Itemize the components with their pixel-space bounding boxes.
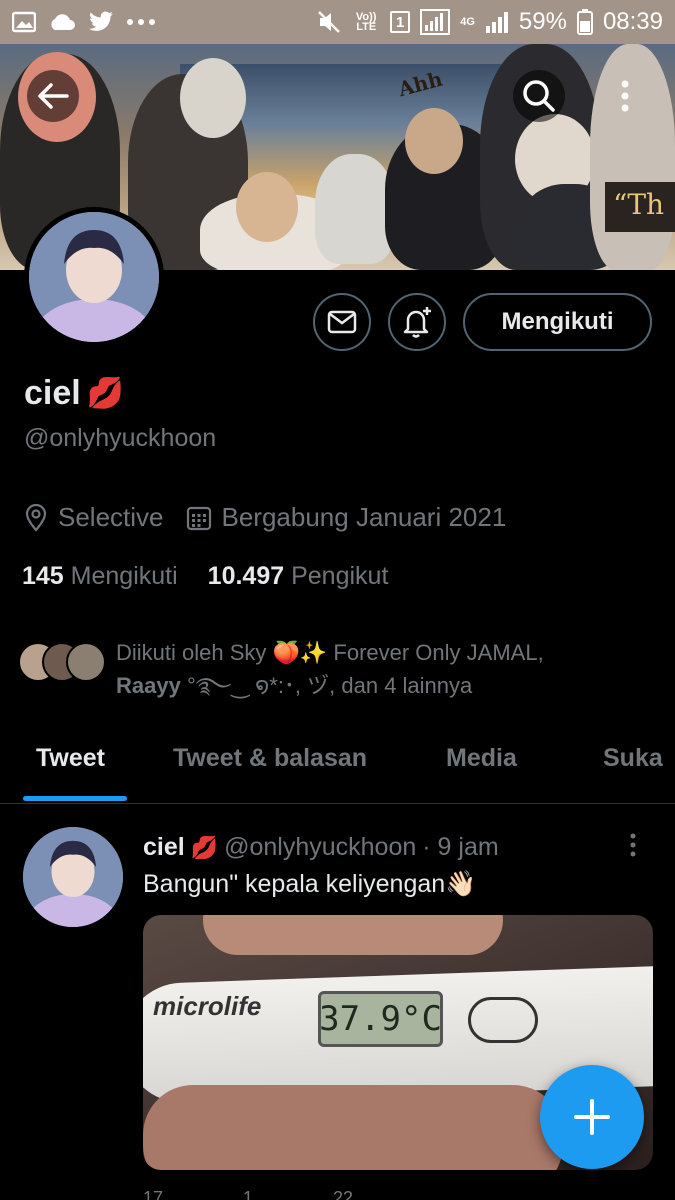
- followers-label: Pengikut: [291, 562, 389, 590]
- profile-meta: Selective Bergabung Januari 2021: [24, 502, 528, 533]
- join-date-text: Bergabung Januari 2021: [221, 502, 507, 532]
- status-bar: Vo)) LTE 1 4G 59% 08:39: [0, 0, 675, 44]
- followers-stat[interactable]: 10.497 Pengikut: [208, 562, 389, 591]
- image-icon: [12, 11, 36, 33]
- sim-indicator: 1: [390, 11, 411, 33]
- envelope-icon: [327, 310, 357, 334]
- tweet-author-handle[interactable]: @onlyhyuckhoon: [224, 833, 416, 862]
- finger-bottom: [143, 1085, 563, 1170]
- tab-tweet-replies[interactable]: Tweet & balasan: [173, 744, 367, 773]
- reply-count[interactable]: 17: [143, 1188, 163, 1200]
- finger-top: [203, 915, 503, 955]
- plus-icon: [574, 1099, 610, 1135]
- mutual-avatar: [66, 642, 106, 682]
- location-pin-icon: [25, 503, 47, 532]
- search-button[interactable]: [513, 70, 565, 122]
- retweet-count[interactable]: 1: [243, 1188, 253, 1200]
- banner-person: [236, 172, 298, 242]
- message-button[interactable]: [313, 293, 371, 351]
- active-tab-indicator: [23, 796, 127, 801]
- following-button[interactable]: Mengikuti: [463, 293, 652, 351]
- banner-person: [180, 58, 246, 138]
- avatar-photo: [29, 212, 159, 342]
- more-vertical-icon: [630, 833, 636, 857]
- volte-label: Vo)) LTE: [355, 11, 377, 33]
- banner-person: [315, 154, 395, 264]
- calendar-icon: [186, 506, 211, 530]
- tab-media[interactable]: Media: [446, 744, 517, 773]
- profile-tabs: Tweet Tweet & balasan Media Suka: [0, 730, 675, 804]
- more-dots-icon: [126, 18, 156, 26]
- signal-bars-icon: [485, 10, 509, 34]
- tweet-time: · 9 jam: [422, 833, 499, 861]
- arrow-left-icon: [38, 83, 69, 109]
- followed-by-bold: Raayy: [116, 673, 181, 698]
- tweet-more-button[interactable]: [628, 833, 638, 862]
- followed-by-rest: °࿐‿ ໑*:･, ヅ, dan 4 lainnya: [180, 673, 473, 698]
- tab-tweet[interactable]: Tweet: [36, 744, 105, 773]
- profile-name: ciel 💋: [24, 374, 124, 413]
- media-brand: microlife: [153, 991, 262, 1021]
- follow-stats: 145 Mengikuti 10.497 Pengikut: [22, 562, 388, 591]
- mute-icon: [316, 9, 342, 35]
- compose-tweet-button[interactable]: [540, 1065, 644, 1169]
- signal-icon: [420, 9, 451, 35]
- bell-plus-icon: [403, 307, 431, 338]
- followers-count: 10.497: [207, 562, 285, 590]
- more-vertical-icon: [621, 80, 629, 112]
- lips-emoji: 💋: [86, 377, 125, 410]
- battery-icon: [576, 9, 593, 35]
- tweet-avatar[interactable]: [23, 827, 123, 927]
- battery-percent: 59%: [518, 8, 567, 35]
- banner-person: [405, 108, 463, 174]
- avatar-photo: [23, 827, 123, 927]
- tweet-actions: 17 1 22: [143, 1188, 353, 1200]
- tweet-author-name[interactable]: ciel: [143, 833, 185, 862]
- banner-quote: “Th: [605, 182, 675, 232]
- media-reading: 37.9°C: [318, 991, 443, 1047]
- profile-handle: @onlyhyuckhoon: [24, 424, 217, 452]
- profile-avatar[interactable]: [24, 207, 164, 347]
- search-icon: [523, 80, 555, 112]
- following-stat[interactable]: 145 Mengikuti: [22, 562, 178, 591]
- tweet-header: ciel 💋 @onlyhyuckhoon · 9 jam: [143, 833, 499, 862]
- followed-by-line1: Diikuti oleh Sky 🍑✨ Forever Only JAMAL,: [116, 640, 544, 665]
- join-date: Bergabung Januari 2021: [186, 502, 507, 533]
- more-options-button[interactable]: [599, 70, 651, 122]
- display-name: ciel: [24, 374, 81, 412]
- thermometer-button: [468, 997, 538, 1043]
- followed-by-avatars: [18, 636, 110, 684]
- following-label: Mengikuti: [70, 562, 178, 590]
- tab-likes[interactable]: Suka: [603, 744, 663, 773]
- cloud-icon: [48, 12, 76, 32]
- location: Selective: [24, 502, 164, 533]
- like-count[interactable]: 22: [333, 1188, 353, 1200]
- clock: 08:39: [602, 8, 663, 35]
- following-count: 145: [22, 562, 64, 590]
- tweet-author-emoji: 💋: [190, 834, 219, 860]
- tweet-text: Bangun" kepala keliyengan👋🏻: [143, 870, 477, 898]
- followed-by[interactable]: Diikuti oleh Sky 🍑✨ Forever Only JAMAL, …: [18, 636, 658, 702]
- back-button[interactable]: [27, 70, 79, 122]
- network-type: 4G: [460, 16, 475, 28]
- notifications-button[interactable]: [388, 293, 446, 351]
- twitter-icon: [88, 11, 114, 33]
- followed-by-line2: Raayy °࿐‿ ໑*:･, ヅ, dan 4 lainnya: [116, 669, 544, 702]
- followed-by-text: Diikuti oleh Sky 🍑✨ Forever Only JAMAL, …: [116, 636, 544, 702]
- location-text: Selective: [58, 502, 164, 532]
